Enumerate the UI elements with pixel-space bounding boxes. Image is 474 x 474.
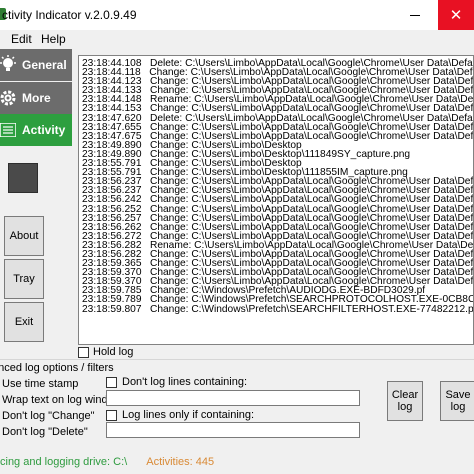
save-log-label-2: log (450, 401, 466, 413)
log-line: 23:18:59.807 Change: C:\Windows\Prefetch… (82, 303, 474, 315)
window-title: ctivity Indicator v.2.0.9.49 (2, 8, 137, 22)
clear-log-label-2: log (397, 401, 413, 413)
sidebar-item-label: General (22, 58, 67, 72)
log-only-if-label: Log lines only if containing: (122, 409, 255, 421)
log-only-if-checkbox[interactable] (106, 409, 117, 421)
dont-log-lines-label: Don't log lines containing: (122, 376, 248, 388)
status-bar: cing and logging drive: C:\ Activities: … (0, 456, 214, 468)
hold-log-option[interactable]: Hold log (78, 346, 133, 358)
menu-help[interactable]: Help (41, 32, 66, 46)
window-controls: ✕ (392, 0, 474, 30)
hold-log-label: Hold log (93, 346, 134, 358)
log-lines: 23:18:44.108 Delete: C:\Users\Limbo\AppD… (79, 56, 473, 314)
close-button[interactable]: ✕ (438, 0, 474, 30)
save-log-label-1: Save (445, 389, 471, 401)
sidebar-item-more[interactable]: More (0, 82, 72, 114)
gear-icon (0, 89, 18, 107)
save-log-button[interactable]: Save log (440, 381, 474, 421)
divider (0, 359, 474, 360)
dont-log-delete-option[interactable]: Don't log "Delete" (2, 426, 88, 438)
sidebar-item-general[interactable]: General (0, 49, 72, 81)
activity-indicator (8, 163, 38, 193)
list-icon (0, 123, 18, 137)
lightbulb-icon (0, 55, 18, 75)
wrap-text-option[interactable]: Wrap text on log window (2, 394, 122, 406)
minimize-button[interactable] (392, 0, 438, 30)
log-only-if-option[interactable]: Log lines only if containing: (106, 409, 254, 421)
sidebar-item-activity[interactable]: Activity (0, 114, 72, 146)
clear-log-button[interactable]: Clear log (387, 381, 423, 421)
status-monitoring: cing and logging drive: C:\ (0, 456, 128, 468)
title-bar: ctivity Indicator v.2.0.9.49 ✕ (0, 0, 474, 30)
include-filter-input[interactable] (106, 422, 360, 438)
use-time-stamp-option[interactable]: Use time stamp (2, 378, 78, 390)
dont-log-lines-checkbox[interactable] (106, 376, 117, 388)
sidebar-item-label: More (22, 91, 51, 105)
close-icon: ✕ (449, 7, 463, 24)
menu-edit[interactable]: Edit (11, 32, 32, 46)
status-activities: Activities: 445 (146, 456, 215, 468)
advanced-options-title: anced log options / filters (0, 362, 114, 374)
dont-log-lines-option[interactable]: Don't log lines containing: (106, 376, 247, 388)
clear-log-label-1: Clear (391, 389, 419, 401)
dont-log-change-option[interactable]: Don't log "Change" (2, 410, 94, 422)
menu-bar: Edit Help (0, 30, 474, 48)
exclude-filter-input[interactable] (106, 390, 360, 406)
log-window[interactable]: 23:18:44.108 Delete: C:\Users\Limbo\AppD… (78, 55, 474, 345)
about-button[interactable]: About (4, 216, 44, 256)
minimize-icon (410, 14, 420, 16)
hold-log-checkbox[interactable] (78, 346, 89, 358)
exit-button[interactable]: Exit (4, 302, 44, 342)
tray-button[interactable]: Tray (4, 259, 44, 299)
sidebar-item-label: Activity (22, 123, 66, 137)
